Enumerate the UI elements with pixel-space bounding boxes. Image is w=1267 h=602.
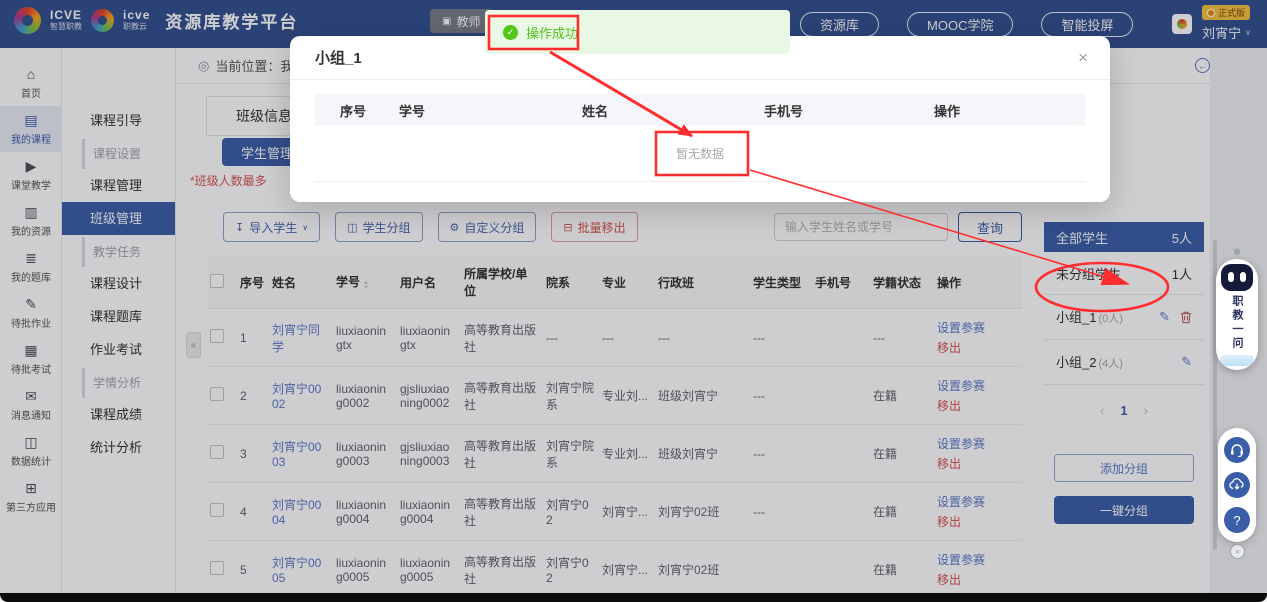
window-bottom-edge [0,593,1267,602]
assistant-label: 职教一问 [1229,295,1245,351]
floating-toolbar: ? [1218,428,1256,542]
cloud-decoration [1220,355,1254,366]
customer-service-button[interactable] [1224,437,1250,463]
robot-icon [1221,264,1253,291]
modal-col-header-序号: 序号 [315,94,399,126]
modal-table: 序号学号姓名手机号操作 [315,94,1085,126]
sparkle-icon: ✻ [1233,247,1241,258]
modal-col-header-姓名: 姓名 [582,94,764,126]
assistant-pill: 职教一问 [1216,259,1258,370]
cloud-download-icon [1229,477,1245,493]
app-window: ICVE智慧职教 icve职教云 资源库教学平台 ▣ 教师 资源库MOOC学院智… [0,0,1267,602]
download-center-button[interactable] [1224,472,1250,498]
close-icon[interactable]: × [1078,49,1088,66]
modal-table-head-row: 序号学号姓名手机号操作 [315,94,1085,126]
modal-title: 小组_1 [315,47,362,68]
modal-col-header-学号: 学号 [399,94,582,126]
success-toast: ✓ 操作成功 [485,10,790,54]
help-button[interactable]: ? [1224,507,1250,533]
assistant-widget[interactable]: ✻ 职教一问 [1216,247,1258,370]
empty-state: 暂无数据 [315,126,1085,182]
widget-close-icon[interactable]: × [1230,544,1245,559]
group-detail-modal: 小组_1 × 序号学号姓名手机号操作 暂无数据 [290,36,1110,202]
headset-icon [1229,442,1245,458]
modal-col-header-操作: 操作 [934,94,1085,126]
toast-message: 操作成功 [526,23,578,42]
check-circle-icon: ✓ [503,25,518,40]
modal-col-header-手机号: 手机号 [764,94,934,126]
question-icon: ? [1233,513,1240,528]
